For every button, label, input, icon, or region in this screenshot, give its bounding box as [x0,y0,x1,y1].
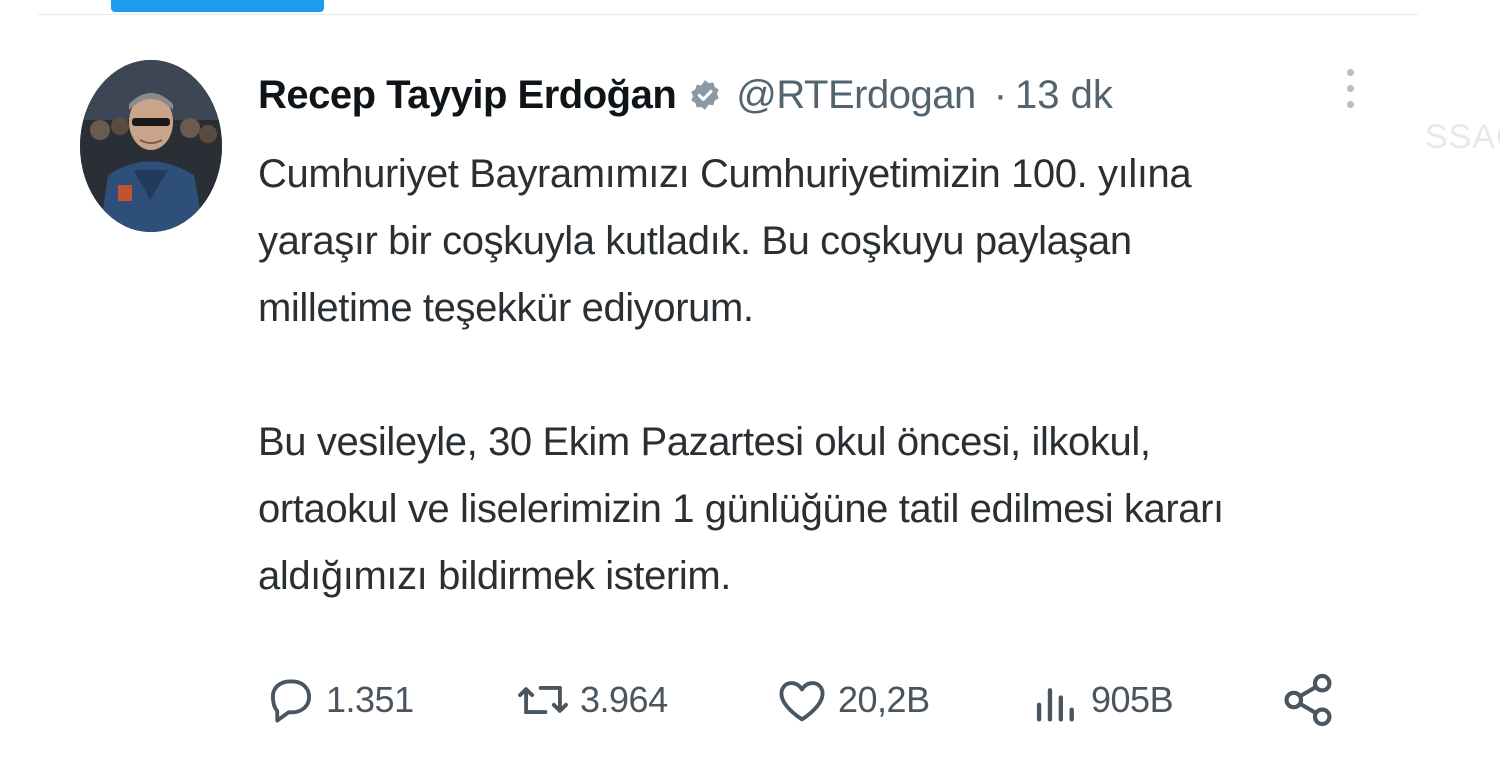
tweet[interactable]: Recep Tayyip Erdoğan @RTErdogan · 13 dk … [80,55,1380,755]
tweet-text-line: milletime teşekkür ediyorum. [258,286,754,330]
author-handle[interactable]: @RTErdogan [736,73,976,118]
heart-icon [779,681,825,722]
views-count: 905B [1091,679,1174,720]
tweet-timestamp[interactable]: 13 dk [1015,73,1113,118]
retweet-button[interactable]: 3.964 [512,660,668,740]
active-tab-indicator[interactable] [111,0,324,12]
tweet-header: Recep Tayyip Erdoğan @RTErdogan · 13 dk [258,65,1113,125]
like-count: 20,2B [838,679,930,720]
reply-count: 1.351 [326,679,414,720]
more-options-icon[interactable] [1335,69,1365,125]
tweet-actions: 1.351 3.964 20,2B 905B [262,660,1342,740]
author-name[interactable]: Recep Tayyip Erdoğan [258,73,677,118]
verified-badge-icon [688,78,722,112]
tweet-text-line: aldığımızı bildirmek isterim. [258,554,731,598]
like-button[interactable]: 20,2B [772,660,930,740]
retweet-icon [518,685,568,715]
tweet-text-line: Cumhuriyet Bayramımızı Cumhuriyetimizin … [258,152,1192,196]
side-faded-text: SSAG [1425,118,1500,156]
tweet-text-line: ortaokul ve liselerimizin 1 günlüğüne ta… [258,487,1224,531]
share-icon [1284,673,1332,727]
tweet-text: Cumhuriyet Bayramımızı Cumhuriyetimizin … [258,141,1358,610]
tweet-page: SSAG Recep Tayyip Erdoğan [0,0,1500,775]
divider [38,14,1418,15]
tweet-text-line: Bu vesileyle, 30 Ekim Pazartesi okul önc… [258,420,1151,464]
retweet-count: 3.964 [580,679,668,720]
avatar[interactable] [80,60,222,232]
reply-icon [270,679,312,723]
views-button[interactable]: 905B [1027,660,1174,740]
share-button[interactable] [1277,660,1339,740]
separator-dot: · [993,72,1008,117]
avatar-photo [80,60,222,232]
views-icon [1036,688,1074,722]
tweet-text-line: yaraşır bir coşkuyla kutladık. Bu coşkuy… [258,219,1132,263]
reply-button[interactable]: 1.351 [262,660,414,740]
